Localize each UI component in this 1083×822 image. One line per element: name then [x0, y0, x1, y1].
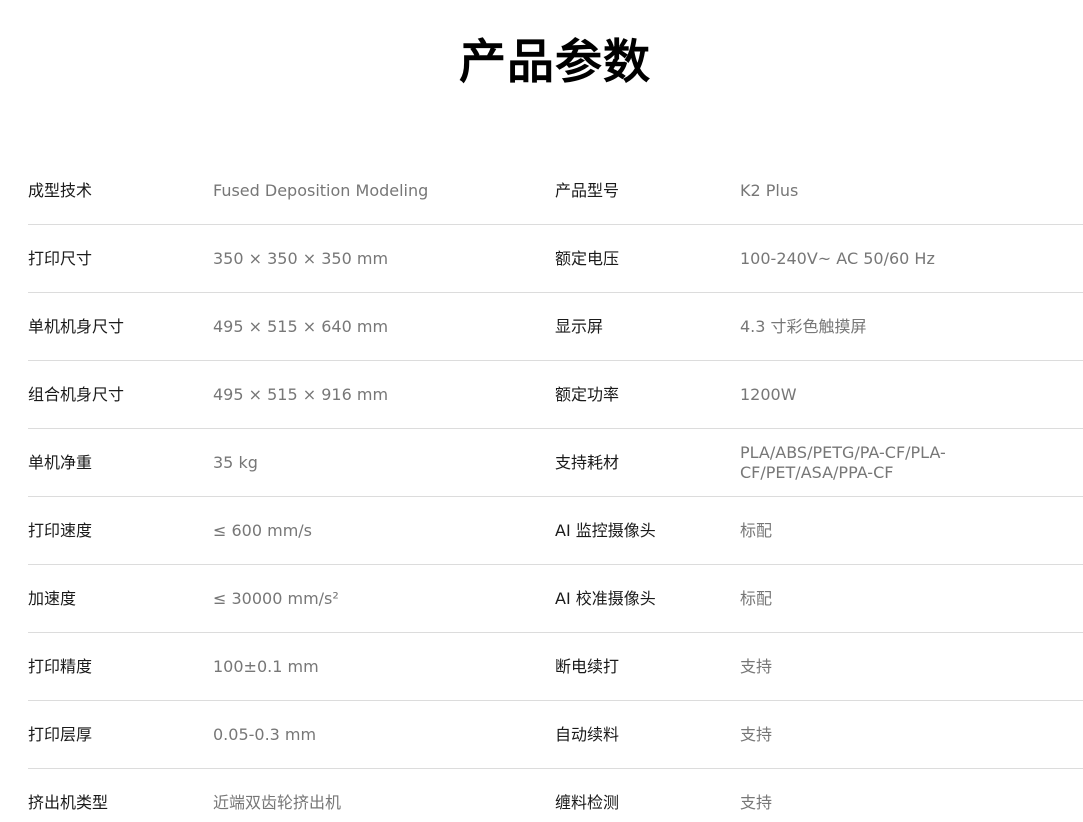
spec-row: 打印尺寸 350 × 350 × 350 mm 额定电压 100-240V~ A… — [28, 225, 1083, 293]
spec-value: ≤ 600 mm/s — [213, 520, 313, 540]
spec-value: 495 × 515 × 640 mm — [213, 316, 389, 336]
spec-label: 打印速度 — [28, 520, 93, 540]
spec-label: 额定电压 — [555, 248, 620, 268]
page-title: 产品参数 — [459, 35, 651, 90]
spec-label: 额定功率 — [555, 384, 620, 404]
spec-value: 1200W — [740, 384, 797, 404]
spec-row: 成型技术 Fused Deposition Modeling 产品型号 K2 P… — [28, 157, 1083, 225]
spec-label: 支持耗材 — [555, 452, 620, 472]
spec-table: 成型技术 Fused Deposition Modeling 产品型号 K2 P… — [28, 157, 1083, 822]
spec-value: 100±0.1 mm — [213, 656, 319, 676]
spec-label: 打印精度 — [28, 656, 93, 676]
spec-value: 标配 — [740, 588, 773, 608]
spec-label: 加速度 — [28, 588, 77, 608]
spec-value: Fused Deposition Modeling — [213, 180, 429, 200]
spec-value: 支持 — [740, 656, 773, 676]
spec-row: 单机机身尺寸 495 × 515 × 640 mm 显示屏 4.3 寸彩色触摸屏 — [28, 293, 1083, 361]
spec-label: 自动续料 — [555, 724, 620, 744]
spec-value: 标配 — [740, 520, 773, 540]
spec-value: 4.3 寸彩色触摸屏 — [740, 316, 867, 336]
spec-row: 挤出机类型 近端双齿轮挤出机 缠料检测 支持 — [28, 769, 1083, 822]
spec-label: 缠料检测 — [555, 792, 620, 812]
spec-value: 支持 — [740, 792, 773, 812]
spec-label: 组合机身尺寸 — [28, 384, 125, 404]
spec-label: 显示屏 — [555, 316, 604, 336]
spec-value: 0.05-0.3 mm — [213, 724, 317, 744]
spec-label: AI 监控摄像头 — [555, 520, 656, 540]
spec-value: 近端双齿轮挤出机 — [213, 792, 342, 812]
spec-row: 加速度 ≤ 30000 mm/s² AI 校准摄像头 标配 — [28, 565, 1083, 633]
spec-label: 成型技术 — [28, 180, 93, 200]
spec-value: K2 Plus — [740, 180, 799, 200]
spec-row: 组合机身尺寸 495 × 515 × 916 mm 额定功率 1200W — [28, 361, 1083, 429]
spec-row: 打印速度 ≤ 600 mm/s AI 监控摄像头 标配 — [28, 497, 1083, 565]
spec-label: AI 校准摄像头 — [555, 588, 656, 608]
spec-value: 支持 — [740, 724, 773, 744]
spec-label: 打印层厚 — [28, 724, 93, 744]
spec-value: 495 × 515 × 916 mm — [213, 384, 389, 404]
spec-row: 打印层厚 0.05-0.3 mm 自动续料 支持 — [28, 701, 1083, 769]
spec-value: 100-240V~ AC 50/60 Hz — [740, 248, 935, 268]
spec-value: PLA/ABS/PETG/PA-CF/PLA-CF/PET/ASA/PPA-CF — [740, 442, 946, 482]
spec-value: ≤ 30000 mm/s² — [213, 588, 339, 608]
spec-label: 挤出机类型 — [28, 792, 109, 812]
spec-label: 产品型号 — [555, 180, 620, 200]
spec-row: 单机净重 35 kg 支持耗材 PLA/ABS/PETG/PA-CF/PLA-C… — [28, 429, 1083, 497]
spec-value: 350 × 350 × 350 mm — [213, 248, 389, 268]
spec-label: 打印尺寸 — [28, 248, 93, 268]
spec-label: 单机净重 — [28, 452, 93, 472]
spec-value: 35 kg — [213, 452, 258, 472]
spec-label: 断电续打 — [555, 656, 620, 676]
spec-row: 打印精度 100±0.1 mm 断电续打 支持 — [28, 633, 1083, 701]
spec-label: 单机机身尺寸 — [28, 316, 125, 336]
